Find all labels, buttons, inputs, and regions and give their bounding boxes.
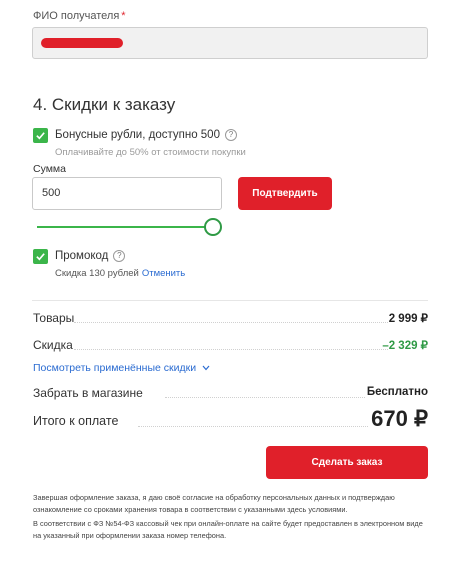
promo-label-row: Промокод ? [55, 250, 126, 262]
dotted-leader [74, 349, 388, 350]
chevron-down-icon [202, 365, 210, 371]
bonus-hint: Оплачивайте до 50% от стоимости покупки [55, 147, 246, 158]
recipient-name-input[interactable] [32, 27, 428, 59]
help-icon[interactable]: ? [224, 129, 237, 141]
check-icon [36, 132, 45, 140]
bonus-label: Бонусные рубли, доступно 500 [55, 129, 220, 141]
goods-value: 2 999 ₽ [388, 313, 428, 325]
redacted-name-mark [41, 38, 123, 48]
total-label: Итого к оплате [33, 414, 119, 428]
bonus-slider-track[interactable] [37, 226, 212, 228]
promo-discount-row: Скидка 130 рублей Отменить [55, 268, 185, 279]
show-discounts-label: Посмотреть применённые скидки [33, 362, 197, 374]
pickup-value: Бесплатно [366, 386, 428, 398]
discount-value: –2 329 ₽ [382, 340, 428, 352]
sum-input[interactable]: 500 [32, 177, 222, 210]
recipient-label: ФИО получателя * [33, 10, 126, 22]
bonus-label-row: Бонусные рубли, доступно 500 ? [55, 129, 237, 141]
discount-label: Скидка [33, 338, 73, 352]
help-icon[interactable]: ? [113, 250, 126, 262]
bonus-checkbox[interactable] [33, 128, 48, 143]
promo-label: Промокод [55, 250, 109, 262]
section-title: 4. Скидки к заказу [33, 95, 176, 114]
promo-checkbox[interactable] [33, 249, 48, 264]
dotted-leader [138, 426, 368, 427]
check-icon [36, 253, 45, 261]
dotted-leader [74, 322, 388, 323]
place-order-button[interactable]: Сделать заказ [266, 446, 428, 479]
promo-cancel-link[interactable]: Отменить [142, 268, 185, 279]
legal-consent-text: Завершая оформление заказа, я даю своё с… [33, 493, 395, 514]
bonus-slider-thumb[interactable] [204, 218, 222, 236]
dotted-leader [165, 397, 365, 398]
goods-label: Товары [33, 311, 75, 325]
promo-discount-text: Скидка 130 рублей [55, 268, 139, 279]
legal-receipt-text: В соответствии с ФЗ №54-ФЗ кассовый чек … [33, 519, 423, 540]
confirm-button[interactable]: Подтвердить [238, 177, 332, 210]
required-mark: * [121, 10, 126, 22]
show-discounts-link[interactable]: Посмотреть применённые скидки [33, 362, 210, 374]
divider [32, 300, 428, 301]
pickup-label: Забрать в магазине [33, 386, 143, 400]
total-value: 670 ₽ [371, 406, 428, 431]
sum-label: Сумма [33, 163, 66, 175]
